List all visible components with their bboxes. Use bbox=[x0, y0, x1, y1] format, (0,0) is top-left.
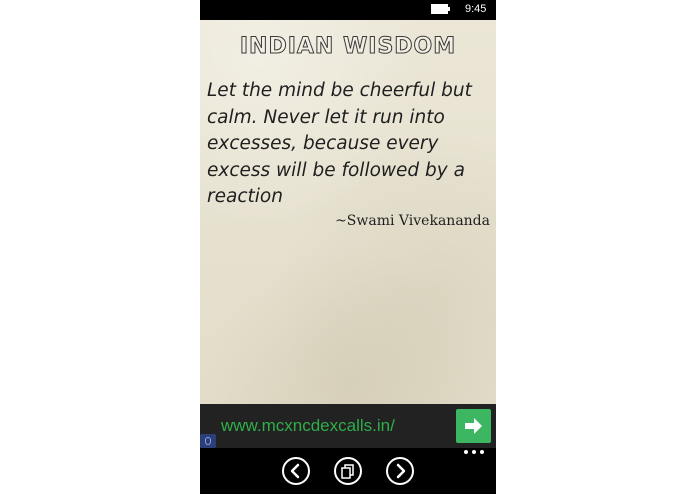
ad-go-button[interactable] bbox=[456, 409, 491, 443]
battery-icon bbox=[431, 4, 450, 14]
ad-info-icon[interactable] bbox=[200, 434, 216, 448]
next-quote-button[interactable] bbox=[386, 457, 414, 485]
phone-screen: 9:45 INDIAN WISDOM Let the mind be cheer… bbox=[200, 0, 496, 494]
quote-card: INDIAN WISDOM Let the mind be cheerful b… bbox=[200, 20, 496, 404]
status-bar: 9:45 bbox=[200, 0, 496, 20]
quote-author: ~Swami Vivekananda bbox=[335, 213, 490, 229]
quote-text: Let the mind be cheerful but calm. Never… bbox=[207, 80, 472, 207]
forward-arrow-icon bbox=[396, 463, 406, 479]
ad-url-link[interactable]: www.mcxncdexcalls.in/ bbox=[221, 416, 395, 436]
app-title: INDIAN WISDOM bbox=[239, 34, 457, 60]
app-bar bbox=[200, 448, 496, 494]
copy-icon bbox=[341, 464, 354, 479]
ad-banner[interactable]: www.mcxncdexcalls.in/ bbox=[200, 404, 496, 448]
arrow-right-icon bbox=[465, 418, 482, 434]
copy-quote-button[interactable] bbox=[334, 457, 362, 485]
previous-quote-button[interactable] bbox=[282, 457, 310, 485]
back-arrow-icon bbox=[290, 463, 300, 479]
status-time: 9:45 bbox=[465, 3, 487, 15]
more-dots-icon[interactable] bbox=[464, 450, 486, 458]
